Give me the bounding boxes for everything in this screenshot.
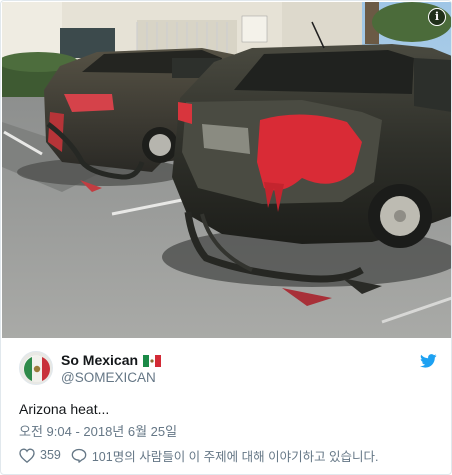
- user-handle[interactable]: @SOMEXICAN: [61, 369, 161, 386]
- avatar[interactable]: [19, 351, 53, 385]
- speech-bubble-icon: [71, 448, 87, 463]
- tweet-author: So Mexican @SOMEXICAN: [19, 350, 439, 386]
- tweet-card: i So Mexican @SOMEXICAN Arizona heat... …: [0, 0, 452, 475]
- like-count: 359: [40, 448, 61, 462]
- heart-icon: [19, 447, 35, 463]
- tweet-text: Arizona heat...: [19, 401, 110, 417]
- like-button[interactable]: 359: [19, 447, 61, 463]
- twitter-bird-icon[interactable]: [420, 354, 437, 368]
- melted-cars-photo: [2, 2, 451, 338]
- display-name[interactable]: So Mexican: [61, 352, 161, 369]
- display-name-text[interactable]: So Mexican: [61, 352, 138, 368]
- info-icon[interactable]: i: [428, 8, 446, 26]
- tweet-photo[interactable]: i: [2, 2, 451, 338]
- tweet-actions: 359 101명의 사람들이 이 주제에 대해 이야기하고 있습니다.: [19, 446, 379, 464]
- mexico-flag-icon: [142, 355, 161, 367]
- avatar-flag-icon: [24, 356, 50, 382]
- conversation-link[interactable]: 101명의 사람들이 이 주제에 대해 이야기하고 있습니다.: [71, 446, 379, 465]
- tweet-timestamp[interactable]: 오전 9:04 - 2018년 6월 25일: [19, 421, 177, 440]
- conversation-text: 101명의 사람들이 이 주제에 대해 이야기하고 있습니다.: [91, 449, 379, 464]
